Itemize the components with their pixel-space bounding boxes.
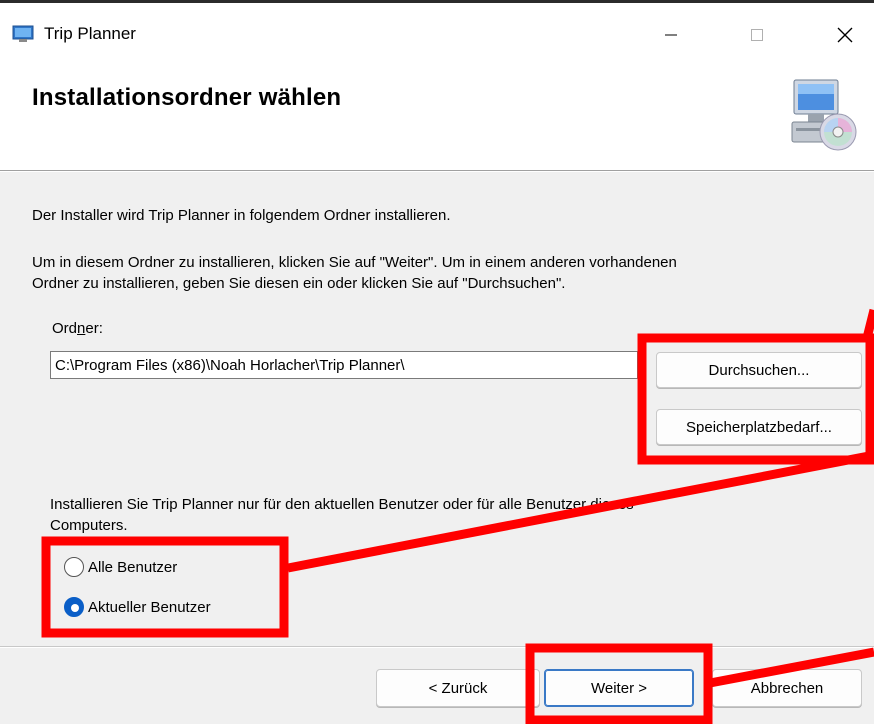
radio-current-user[interactable]: Aktueller Benutzer xyxy=(64,597,211,617)
browse-button[interactable]: Durchsuchen... xyxy=(656,352,862,388)
window-title: Trip Planner xyxy=(44,24,136,43)
minimize-button[interactable] xyxy=(648,16,694,54)
folder-path-input[interactable] xyxy=(50,351,638,379)
instruction-line-1: Um in diesem Ordner zu installieren, kli… xyxy=(32,254,677,271)
next-button[interactable]: Weiter > xyxy=(544,669,694,707)
radio-all-users[interactable]: Alle Benutzer xyxy=(64,557,177,577)
title-bar: Trip Planner xyxy=(0,8,874,62)
annotation-arrow-top xyxy=(861,308,874,344)
footer-separator-highlight xyxy=(0,647,874,648)
computer-disc-icon xyxy=(791,79,857,151)
maximize-icon xyxy=(751,29,763,41)
cancel-button[interactable]: Abbrechen xyxy=(712,669,862,707)
intro-text: Der Installer wird Trip Planner in folge… xyxy=(32,207,451,224)
top-edge xyxy=(0,0,874,3)
annotation-box-radios xyxy=(41,536,289,638)
scope-question-line-1: Installieren Sie Trip Planner nur für de… xyxy=(50,496,634,513)
minimize-icon xyxy=(665,34,677,36)
folder-label-suffix: er: xyxy=(85,320,103,337)
folder-label-prefix: Ord xyxy=(52,320,78,337)
folder-label: Ordner: xyxy=(52,320,103,337)
installer-app-icon xyxy=(12,25,34,42)
page-title: Installationsordner wählen xyxy=(32,84,342,111)
close-button[interactable] xyxy=(822,16,868,54)
back-button[interactable]: < Zurück xyxy=(376,669,540,707)
close-icon xyxy=(837,27,853,43)
radio-current-user-label: Aktueller Benutzer xyxy=(88,598,211,616)
scope-question-line-2: Computers. xyxy=(50,517,128,534)
dialog-header: Installationsordner wählen xyxy=(0,62,874,170)
radio-all-users-label: Alle Benutzer xyxy=(88,558,178,576)
screen-top-strip xyxy=(0,0,874,8)
header-separator-highlight xyxy=(0,171,874,172)
radio-all-users-circle[interactable] xyxy=(64,557,84,577)
disk-cost-button[interactable]: Speicherplatzbedarf... xyxy=(656,409,862,445)
maximize-button[interactable] xyxy=(734,16,780,54)
instruction-line-2: Ordner zu installieren, geben Sie diesen… xyxy=(32,275,566,292)
radio-current-user-circle[interactable] xyxy=(64,597,84,617)
